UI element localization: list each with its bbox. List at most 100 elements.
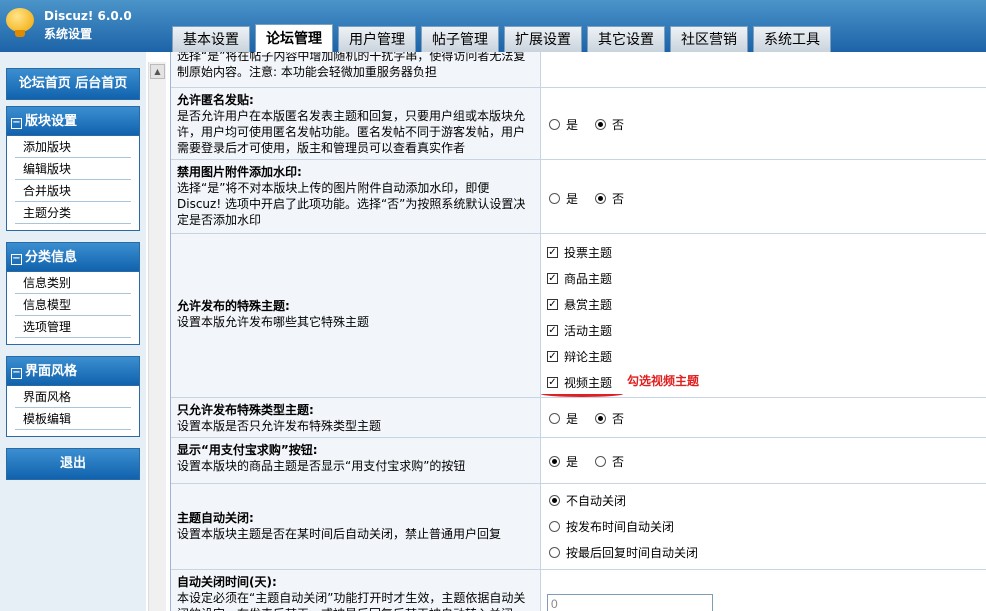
checkbox-label: 投票主题 bbox=[564, 246, 613, 260]
radio-label: 否 bbox=[612, 118, 625, 132]
anonymous-no-radio[interactable]: 否 bbox=[595, 116, 624, 133]
radio-circle bbox=[549, 495, 560, 506]
home-links-button[interactable]: 论坛首页 后台首页 bbox=[6, 68, 140, 100]
poll-thread-checkbox[interactable]: ✓ 投票主题 bbox=[547, 244, 612, 261]
checkbox-label: 悬赏主题 bbox=[564, 298, 613, 312]
anonymous-yes-radio[interactable]: 是 bbox=[549, 116, 578, 133]
closetime-input[interactable] bbox=[547, 594, 713, 611]
check-icon: ✓ bbox=[547, 351, 558, 362]
special-only-no-radio[interactable]: 否 bbox=[595, 410, 624, 427]
row-title: 显示“用支付宝求购”按钮: bbox=[177, 443, 318, 457]
row-control: 是 否 bbox=[543, 398, 986, 437]
menu-head-forum-settings[interactable]: − 版块设置 bbox=[7, 107, 139, 136]
row-label: 允许发布的特殊主题: 设置本版允许发布哪些其它特殊主题 bbox=[171, 234, 541, 397]
checkbox-label: 活动主题 bbox=[564, 324, 613, 338]
tab-extend[interactable]: 扩展设置 bbox=[504, 26, 582, 52]
row-alipay: 显示“用支付宝求购”按钮: 设置本版块的商品主题是否显示“用支付宝求购”的按钮 … bbox=[171, 438, 986, 484]
row-autoclose: 主题自动关闭: 设置本版块主题是否在某时间后自动关闭，禁止普通用户回复 不自动关… bbox=[171, 484, 986, 570]
scroll-up-icon[interactable]: ▲ bbox=[150, 64, 165, 79]
annotation-underline bbox=[541, 391, 623, 397]
logout-button[interactable]: 退出 bbox=[6, 448, 140, 480]
row-title: 允许发布的特殊主题: bbox=[177, 299, 290, 313]
collapse-icon: − bbox=[11, 367, 22, 379]
check-icon: ✓ bbox=[547, 273, 558, 284]
menu-classified: − 分类信息 信息类别 信息模型 选项管理 bbox=[6, 242, 140, 345]
check-icon: ✓ bbox=[547, 325, 558, 336]
radio-circle bbox=[595, 193, 606, 204]
sidebar-item-thread-types[interactable]: 主题分类 bbox=[15, 202, 131, 224]
tab-basic[interactable]: 基本设置 bbox=[172, 26, 250, 52]
header: Discuz! 6.0.0 系统设置 基本设置 论坛管理 用户管理 帖子管理 扩… bbox=[0, 0, 986, 52]
alipay-no-radio[interactable]: 否 bbox=[595, 453, 624, 470]
sidebar: 论坛首页 后台首页 − 版块设置 添加版块 编辑版块 合并版块 主题分类 − 分类信… bbox=[0, 52, 146, 611]
collapse-icon: − bbox=[11, 253, 22, 265]
sidebar-item-merge-forum[interactable]: 合并版块 bbox=[15, 180, 131, 202]
sidebar-item-add-forum[interactable]: 添加版块 bbox=[15, 136, 131, 158]
row-label: 主题自动关闭: 设置本版块主题是否在某时间后自动关闭，禁止普通用户回复 bbox=[171, 484, 541, 569]
reward-thread-checkbox[interactable]: ✓ 悬赏主题 bbox=[547, 296, 612, 313]
row-desc: 设置本版允许发布哪些其它特殊主题 bbox=[177, 315, 370, 329]
radio-label: 是 bbox=[566, 455, 579, 469]
row-desc: 是否允许用户在本版匿名发表主题和回复，只要用户组或本版块允许，用户均可使用匿名发… bbox=[177, 109, 526, 155]
special-only-yes-radio[interactable]: 是 bbox=[549, 410, 578, 427]
menu-title: 界面风格 bbox=[25, 364, 78, 379]
menu-head-classified[interactable]: − 分类信息 bbox=[7, 243, 139, 272]
sidebar-item-styles[interactable]: 界面风格 bbox=[15, 386, 131, 408]
tab-forum[interactable]: 论坛管理 bbox=[255, 24, 333, 52]
sidebar-item-info-models[interactable]: 信息模型 bbox=[15, 294, 131, 316]
sidebar-item-info-types[interactable]: 信息类别 bbox=[15, 272, 131, 294]
sidebar-item-templates[interactable]: 模板编辑 bbox=[15, 408, 131, 430]
row-label: 禁用图片附件添加水印: 选择“是”将不对本版块上传的图片附件自动添加水印，即便 … bbox=[171, 160, 541, 233]
top-tabs: 基本设置 论坛管理 用户管理 帖子管理 扩展设置 其它设置 社区营销 系统工具 bbox=[172, 24, 836, 52]
radio-circle bbox=[549, 119, 560, 130]
row-closetime: 自动关闭时间(天): 本设定必须在“主题自动关闭”功能打开时才生效，主题依据自动… bbox=[171, 570, 986, 611]
check-icon: ✓ bbox=[547, 377, 558, 388]
watermark-yes-radio[interactable]: 是 bbox=[549, 190, 578, 207]
tab-marketing[interactable]: 社区营销 bbox=[670, 26, 748, 52]
alipay-yes-radio[interactable]: 是 bbox=[549, 453, 578, 470]
check-icon: ✓ bbox=[547, 247, 558, 258]
checkbox-label: 辩论主题 bbox=[564, 350, 613, 364]
row-desc-2: 制原始内容。注意: 本功能会轻微加重服务器负担 bbox=[177, 65, 437, 79]
autoclose-by-post-radio[interactable]: 按发布时间自动关闭 bbox=[549, 518, 674, 535]
menu-forum-settings: − 版块设置 添加版块 编辑版块 合并版块 主题分类 bbox=[6, 106, 140, 231]
row-watermark: 禁用图片附件添加水印: 选择“是”将不对本版块上传的图片附件自动添加水印，即便 … bbox=[171, 160, 986, 234]
radio-circle bbox=[549, 413, 560, 424]
tab-tools[interactable]: 系统工具 bbox=[753, 26, 831, 52]
annotation-text: 勾选视频主题 bbox=[627, 374, 700, 388]
sidebar-item-options[interactable]: 选项管理 bbox=[15, 316, 131, 338]
row-control: ✓ 投票主题 ✓ 商品主题 ✓ 悬赏主题 ✓ 活动主题 ✓ 辩论主题 ✓ 视频主题 bbox=[543, 234, 986, 397]
row-desc: 设置本版块的商品主题是否显示“用支付宝求购”的按钮 bbox=[177, 459, 466, 473]
row-desc: 本设定必须在“主题自动关闭”功能打开时才生效，主题依据自动关闭的设定，在发表后某… bbox=[177, 591, 526, 611]
app-subtitle: 系统设置 bbox=[44, 27, 93, 41]
sidebar-item-edit-forum[interactable]: 编辑版块 bbox=[15, 158, 131, 180]
radio-circle bbox=[595, 119, 606, 130]
row-title: 主题自动关闭: bbox=[177, 511, 254, 525]
autoclose-none-radio[interactable]: 不自动关闭 bbox=[549, 492, 626, 509]
radio-label: 否 bbox=[612, 412, 625, 426]
radio-label: 不自动关闭 bbox=[566, 494, 627, 508]
tab-posts[interactable]: 帖子管理 bbox=[421, 26, 499, 52]
radio-label: 是 bbox=[566, 192, 579, 206]
tab-other[interactable]: 其它设置 bbox=[587, 26, 665, 52]
radio-label: 是 bbox=[566, 118, 579, 132]
row-label: 显示“用支付宝求购”按钮: 设置本版块的商品主题是否显示“用支付宝求购”的按钮 bbox=[171, 438, 541, 483]
row-control: 不自动关闭 按发布时间自动关闭 按最后回复时间自动关闭 bbox=[543, 484, 986, 569]
row-title: 允许匿名发贴: bbox=[177, 93, 254, 107]
scrollbar[interactable]: ▲ bbox=[148, 62, 166, 611]
radio-circle bbox=[549, 521, 560, 532]
menu-head-styles[interactable]: − 界面风格 bbox=[7, 357, 139, 386]
activity-thread-checkbox[interactable]: ✓ 活动主题 bbox=[547, 322, 612, 339]
row-control: 是 否 bbox=[543, 160, 986, 233]
radio-label: 否 bbox=[612, 455, 625, 469]
trade-thread-checkbox[interactable]: ✓ 商品主题 bbox=[547, 270, 612, 287]
app-name: Discuz! 6.0.0 bbox=[44, 9, 132, 23]
row-title: 自动关闭时间(天): bbox=[177, 575, 277, 589]
tab-users[interactable]: 用户管理 bbox=[338, 26, 416, 52]
debate-thread-checkbox[interactable]: ✓ 辩论主题 bbox=[547, 348, 612, 365]
row-desc-1: 选择“是”将在帖子内容中增加随机的干扰字串，使得访问者无法复 bbox=[177, 52, 526, 63]
watermark-no-radio[interactable]: 否 bbox=[595, 190, 624, 207]
autoclose-by-reply-radio[interactable]: 按最后回复时间自动关闭 bbox=[549, 544, 698, 561]
collapse-icon: − bbox=[11, 117, 22, 129]
video-thread-checkbox[interactable]: ✓ 视频主题 bbox=[547, 374, 612, 391]
